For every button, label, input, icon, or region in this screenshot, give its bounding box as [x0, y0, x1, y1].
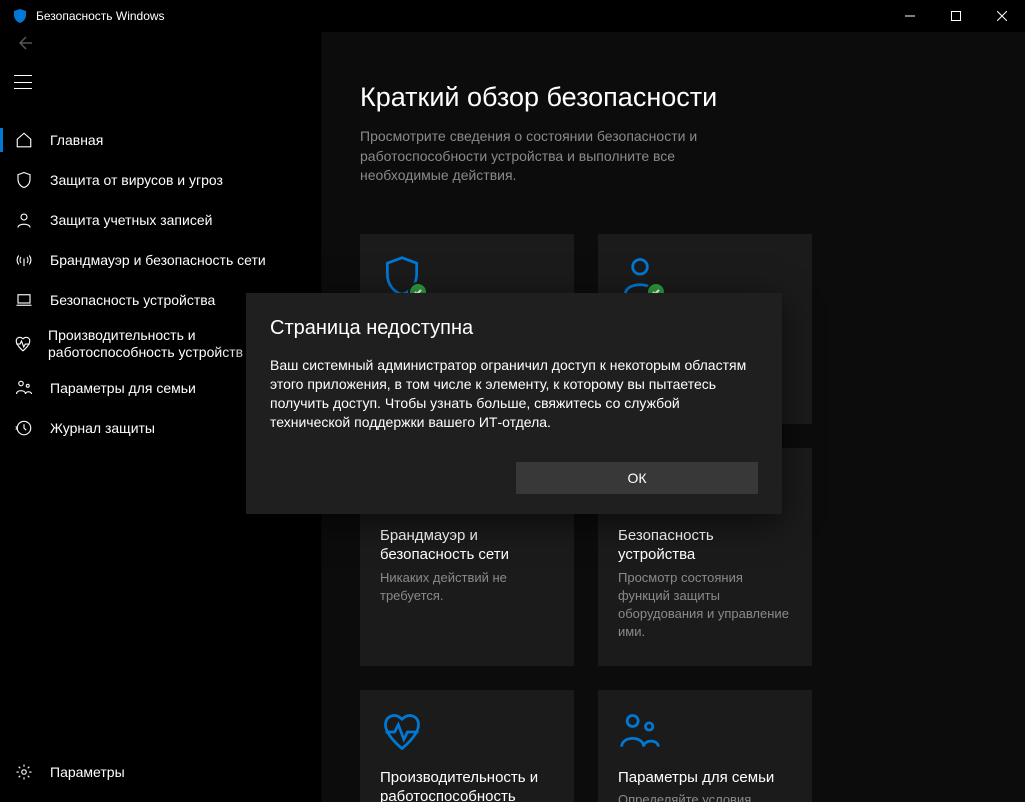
modal-overlay: Страница недоступна Ваш системный админи… [0, 0, 1025, 802]
modal-body: Ваш системный администратор ограничил до… [270, 356, 758, 432]
modal-dialog: Страница недоступна Ваш системный админи… [246, 293, 782, 514]
ok-button[interactable]: ОК [516, 462, 758, 494]
modal-title: Страница недоступна [270, 317, 758, 340]
